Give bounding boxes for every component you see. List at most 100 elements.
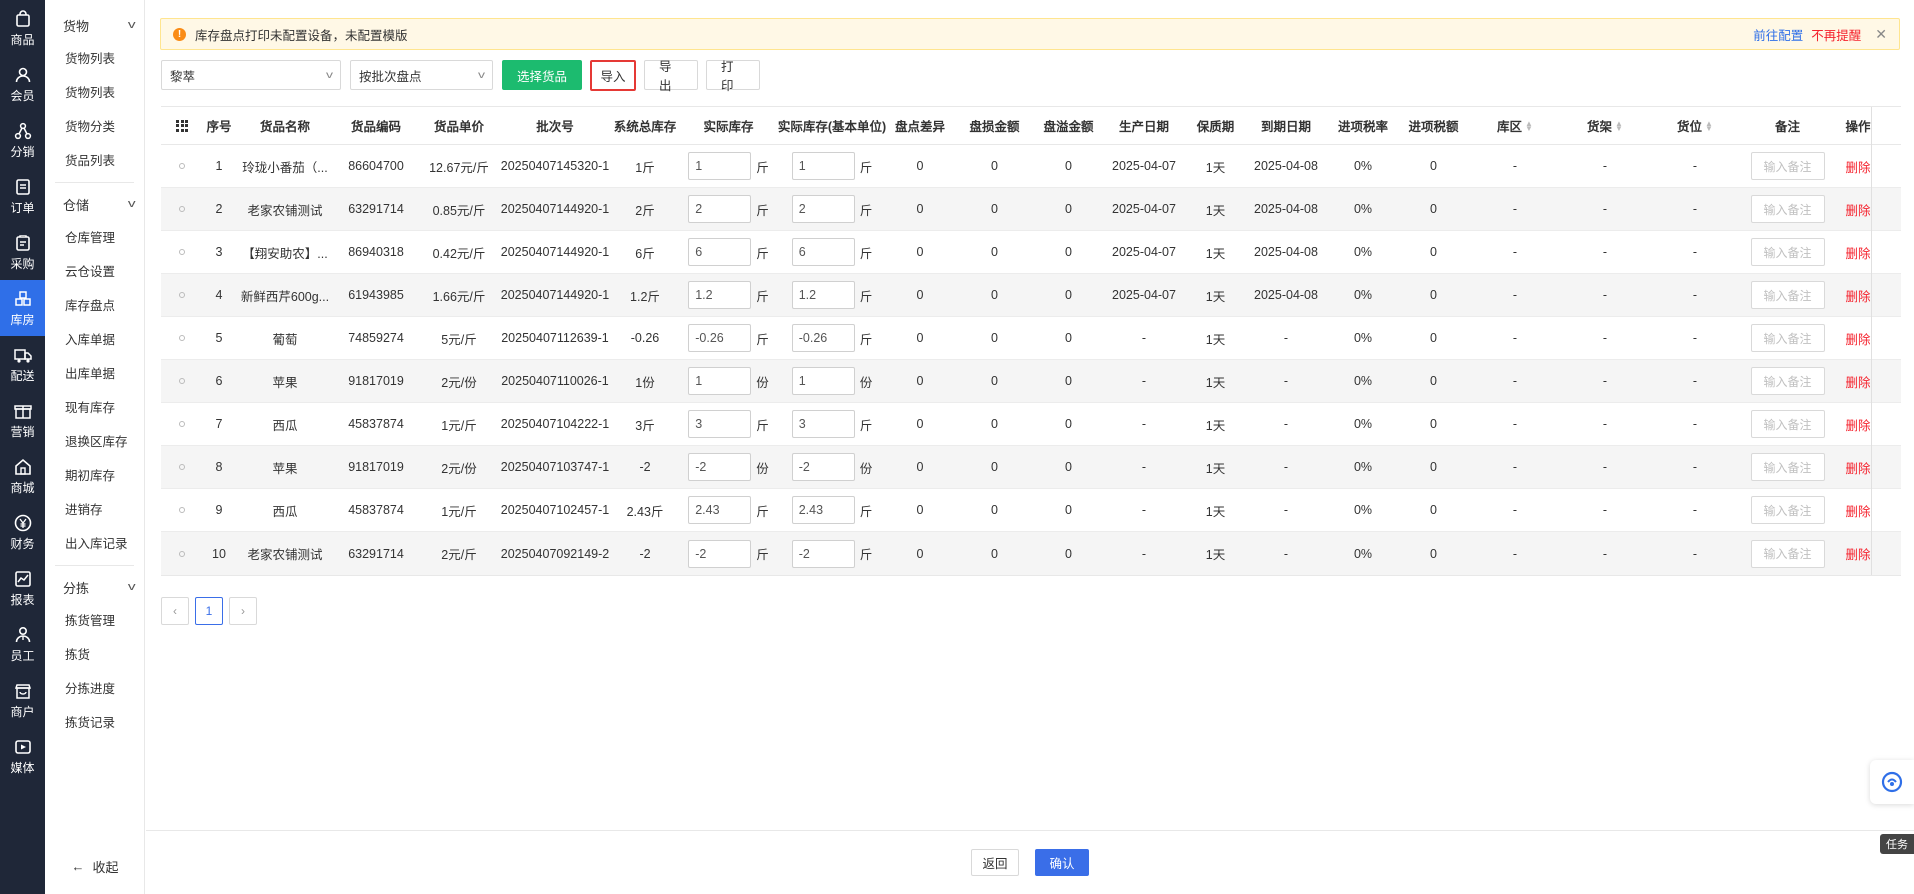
submenu-item[interactable]: 退换区库存 xyxy=(45,425,144,459)
delete-link[interactable]: 删除 xyxy=(1835,415,1881,434)
next-page-button[interactable]: › xyxy=(229,597,257,625)
submenu-item[interactable]: 分拣进度 xyxy=(45,672,144,706)
submenu-item[interactable]: 现有库存 xyxy=(45,391,144,425)
header-shelf[interactable]: 货架 ▲ ▼ xyxy=(1560,116,1650,135)
back-button[interactable]: 返回 xyxy=(971,849,1019,876)
remark-input[interactable]: 输入备注 xyxy=(1750,195,1825,223)
submenu-item[interactable]: 货物分类 xyxy=(45,110,144,144)
nav-item-chart[interactable]: 报表 xyxy=(0,560,45,616)
actual-stock-input[interactable]: -2 xyxy=(688,539,752,568)
submenu-item[interactable]: 货物列表 xyxy=(45,76,144,110)
submenu-group[interactable]: 分拣 v xyxy=(45,570,144,604)
remark-input[interactable]: 输入备注 xyxy=(1750,453,1825,481)
page-1-button[interactable]: 1 xyxy=(195,597,223,625)
remark-input[interactable]: 输入备注 xyxy=(1750,324,1825,352)
nav-item-merchant[interactable]: 商户 xyxy=(0,672,45,728)
row-select-radio[interactable] xyxy=(161,206,203,212)
assistant-float-button[interactable] xyxy=(1870,760,1914,804)
header-area[interactable]: 库区 ▲ ▼ xyxy=(1470,116,1560,135)
close-icon[interactable]: ✕ xyxy=(1875,26,1887,43)
remark-input[interactable]: 输入备注 xyxy=(1750,496,1825,524)
remark-input[interactable]: 输入备注 xyxy=(1750,367,1825,395)
header-slot[interactable]: 货位 ▲ ▼ xyxy=(1650,116,1740,135)
actual-base-input[interactable]: -2 xyxy=(791,539,855,568)
nav-item-truck[interactable]: 配送 xyxy=(0,336,45,392)
submenu-item[interactable]: 库存盘点 xyxy=(45,289,144,323)
dismiss-link[interactable]: 不再提醒 xyxy=(1811,25,1861,44)
column-settings-icon[interactable] xyxy=(161,119,203,132)
actual-stock-input[interactable]: -2 xyxy=(688,453,752,481)
actual-stock-input[interactable]: 6 xyxy=(688,238,752,266)
actual-base-input[interactable]: -0.26 xyxy=(791,324,855,352)
submenu-item[interactable]: 期初库存 xyxy=(45,459,144,493)
task-tag[interactable]: 任务 xyxy=(1880,834,1914,854)
submenu-item[interactable]: 拣货记录 xyxy=(45,706,144,740)
configure-link[interactable]: 前往配置 xyxy=(1753,25,1803,44)
actual-stock-input[interactable]: 2.43 xyxy=(688,496,752,524)
nav-item-bag[interactable]: 商品 xyxy=(0,0,45,56)
remark-input[interactable]: 输入备注 xyxy=(1750,410,1825,438)
mode-select[interactable]: 按批次盘点 v xyxy=(350,60,493,90)
delete-link[interactable]: 删除 xyxy=(1835,243,1881,262)
actual-stock-input[interactable]: 3 xyxy=(688,410,752,438)
submenu-item[interactable]: 入库单据 xyxy=(45,323,144,357)
actual-stock-input[interactable]: -0.26 xyxy=(688,324,752,352)
export-button[interactable]: 导出 xyxy=(644,60,698,93)
row-select-radio[interactable] xyxy=(161,421,203,427)
actual-base-input[interactable]: 3 xyxy=(791,410,855,438)
nav-item-gift[interactable]: 营销 xyxy=(0,392,45,448)
submenu-item[interactable]: 仓库管理 xyxy=(45,221,144,255)
row-select-radio[interactable] xyxy=(161,378,203,384)
remark-input[interactable]: 输入备注 xyxy=(1750,281,1825,309)
actual-stock-input[interactable]: 1 xyxy=(688,152,752,180)
nav-item-media[interactable]: 媒体 xyxy=(0,728,45,784)
nav-item-user[interactable]: 会员 xyxy=(0,56,45,112)
delete-link[interactable]: 删除 xyxy=(1835,458,1881,477)
nav-item-store[interactable]: 商城 xyxy=(0,448,45,504)
remark-input[interactable]: 输入备注 xyxy=(1750,539,1825,568)
actual-stock-input[interactable]: 1.2 xyxy=(688,281,752,309)
actual-base-input[interactable]: 2 xyxy=(791,195,855,223)
print-button[interactable]: 打印 xyxy=(706,60,760,93)
delete-link[interactable]: 删除 xyxy=(1835,157,1881,176)
actual-base-input[interactable]: 6 xyxy=(791,238,855,266)
row-select-radio[interactable] xyxy=(161,163,203,169)
submenu-group[interactable]: 仓储 v xyxy=(45,187,144,221)
row-select-radio[interactable] xyxy=(161,550,203,557)
submenu-item[interactable]: 拣货管理 xyxy=(45,604,144,638)
nav-item-yen[interactable]: 财务 xyxy=(0,504,45,560)
row-select-radio[interactable] xyxy=(161,249,203,255)
actual-stock-input[interactable]: 1 xyxy=(688,367,752,395)
select-goods-button[interactable]: 选择货品 xyxy=(502,60,582,90)
remark-input[interactable]: 输入备注 xyxy=(1750,152,1825,180)
submenu-item[interactable]: 货品列表 xyxy=(45,144,144,178)
row-select-radio[interactable] xyxy=(161,292,203,298)
delete-link[interactable]: 删除 xyxy=(1835,286,1881,305)
prev-page-button[interactable]: ‹ xyxy=(161,597,189,625)
collapse-button[interactable]: ← 收起 xyxy=(45,857,145,876)
sort-icon[interactable]: ▲ ▼ xyxy=(1615,119,1623,132)
submenu-item[interactable]: 云仓设置 xyxy=(45,255,144,289)
row-select-radio[interactable] xyxy=(161,507,203,513)
nav-item-staff[interactable]: 员工 xyxy=(0,616,45,672)
delete-link[interactable]: 删除 xyxy=(1835,372,1881,391)
submenu-item[interactable]: 进销存 xyxy=(45,493,144,527)
nav-item-purchase[interactable]: 采购 xyxy=(0,224,45,280)
submenu-group[interactable]: 货物 v xyxy=(45,8,144,42)
warehouse-select[interactable]: 黎萃 v xyxy=(161,60,341,90)
submenu-item[interactable]: 拣货 xyxy=(45,638,144,672)
actual-base-input[interactable]: 1 xyxy=(791,367,855,395)
actual-base-input[interactable]: 2.43 xyxy=(791,496,855,524)
nav-item-order[interactable]: 订单 xyxy=(0,168,45,224)
row-select-radio[interactable] xyxy=(161,335,203,341)
submenu-item[interactable]: 出库单据 xyxy=(45,357,144,391)
actual-base-input[interactable]: 1.2 xyxy=(791,281,855,309)
delete-link[interactable]: 删除 xyxy=(1835,501,1881,520)
row-select-radio[interactable] xyxy=(161,464,203,470)
import-button[interactable]: 导入 xyxy=(592,61,634,89)
delete-link[interactable]: 删除 xyxy=(1835,544,1881,563)
nav-item-share[interactable]: 分销 xyxy=(0,112,45,168)
actual-stock-input[interactable]: 2 xyxy=(688,195,752,223)
actual-base-input[interactable]: 1 xyxy=(791,152,855,180)
nav-item-warehouse[interactable]: 库房 xyxy=(0,280,45,336)
